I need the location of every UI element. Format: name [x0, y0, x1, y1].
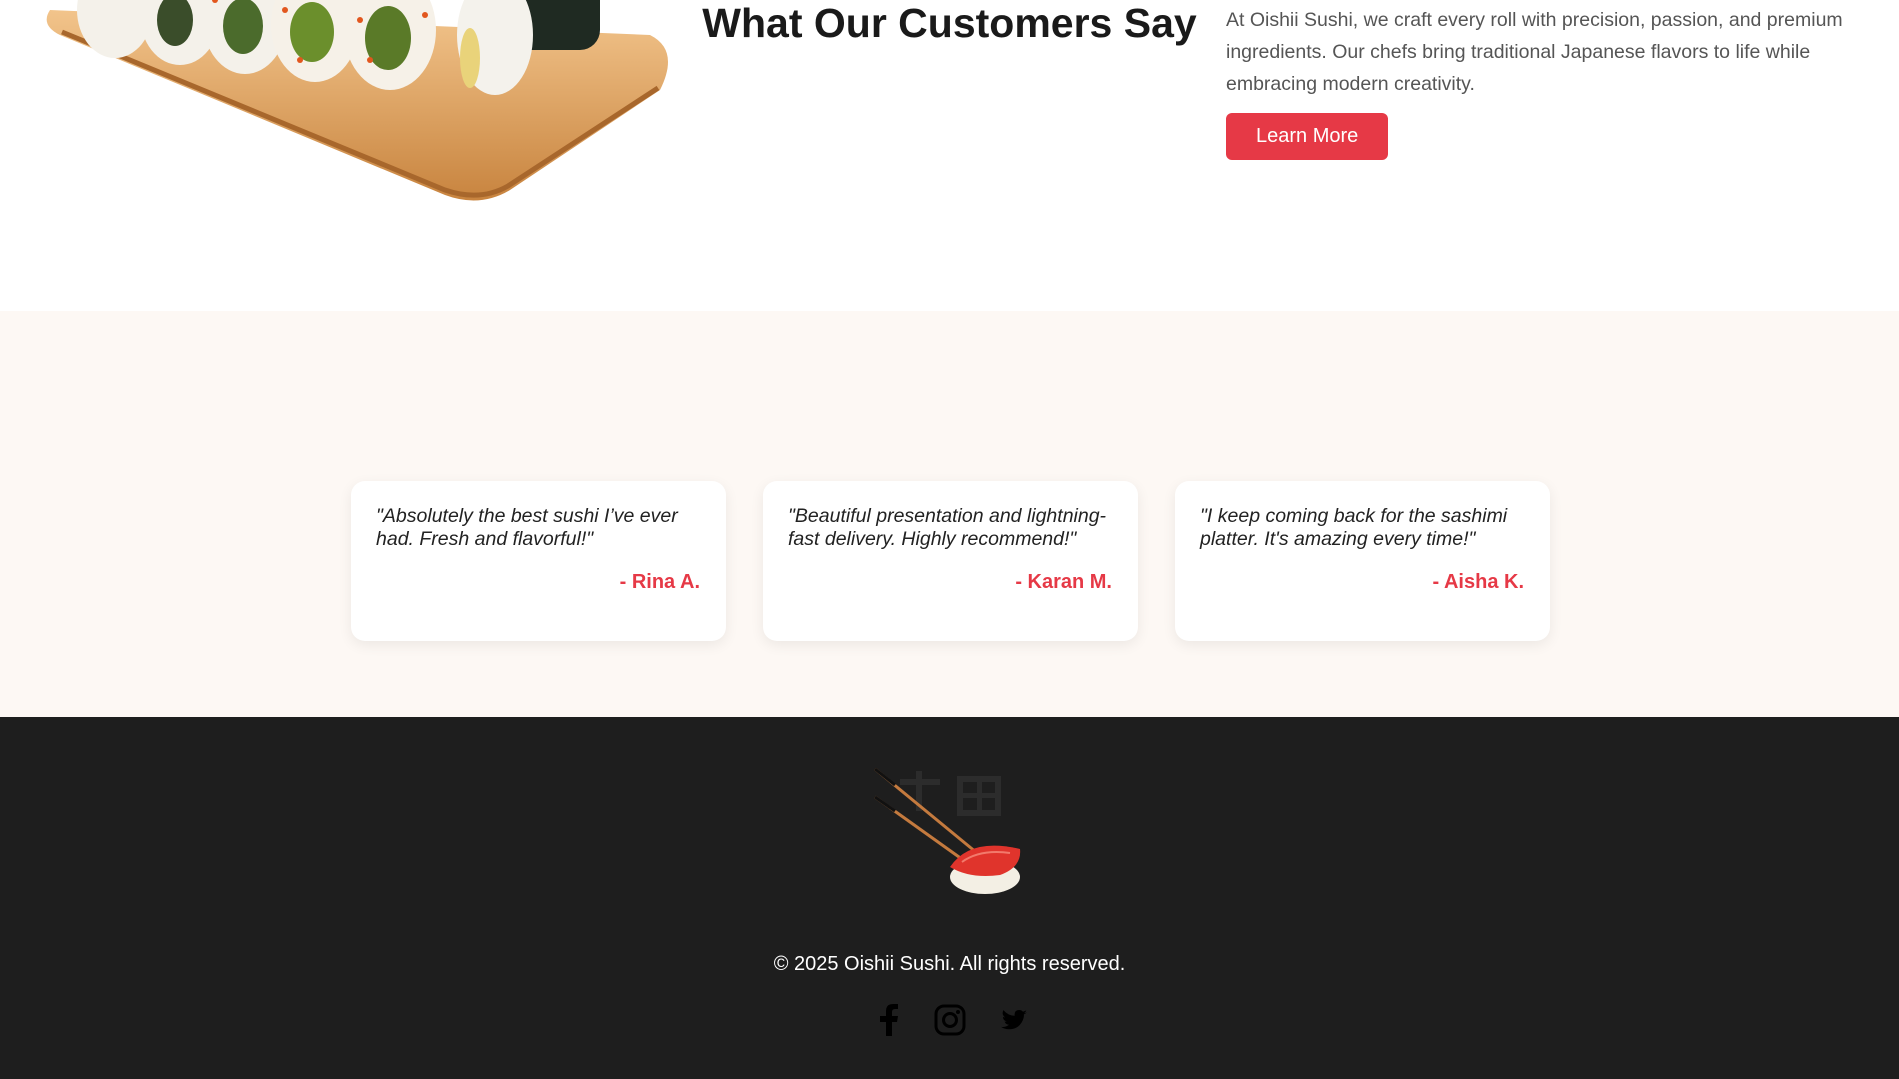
testimonial-quote: "Beautiful presentation and lightning-fa… [788, 505, 1107, 550]
learn-more-button[interactable]: Learn More [1226, 113, 1389, 160]
testimonials-heading: What Our Customers Say [702, 0, 1197, 46]
testimonial-card: "Absolutely the best sushi I’ve ever had… [351, 481, 726, 641]
testimonials-section: What Our Customers Say "Absolutely the b… [0, 0, 1899, 717]
testimonial-card: "Beautiful presentation and lightning-fa… [763, 481, 1138, 641]
testimonial-quote: "Absolutely the best sushi I’ve ever had… [376, 505, 678, 550]
testimonial-cards: "Absolutely the best sushi I’ve ever had… [351, 481, 1550, 641]
testimonial-author: - Aisha K. [1432, 571, 1525, 593]
instagram-icon[interactable] [933, 1003, 966, 1036]
testimonial-card: "I keep coming back for the sashimi plat… [1175, 481, 1550, 641]
copyright-text: © 2025 Oishii Sushi. All rights reserved… [773, 953, 1126, 975]
facebook-icon[interactable] [872, 1003, 905, 1036]
sushi-chopsticks-logo [874, 767, 1021, 894]
twitter-icon[interactable] [994, 1003, 1027, 1036]
testimonial-author: - Rina A. [619, 571, 700, 593]
testimonial-author: - Karan M. [1015, 571, 1112, 593]
social-links [0, 1003, 1899, 1036]
site-footer: © 2025 Oishii Sushi. All rights reserved… [0, 717, 1899, 1079]
testimonial-quote: "I keep coming back for the sashimi plat… [1200, 505, 1508, 550]
